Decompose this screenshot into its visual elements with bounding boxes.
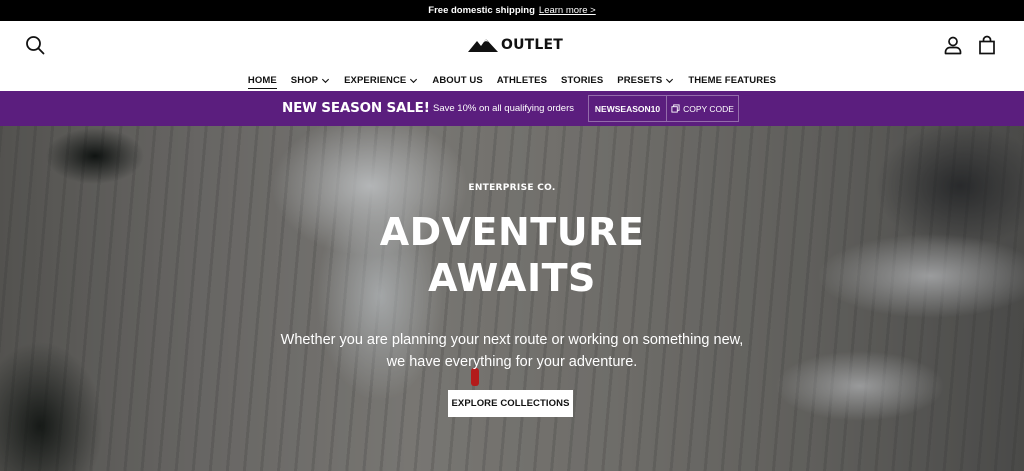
site-logo[interactable]: OUTLET [468,35,563,55]
learn-more-link[interactable]: Learn more > [539,5,596,16]
hero-headline-line1: ADVENTURE [379,210,645,254]
promo-bar: NEW SEASON SALE! Save 10% on all qualify… [0,91,1024,126]
promo-code: NEWSEASON10 [589,96,667,121]
nav-label: SHOP [290,74,319,86]
promo-description: Save 10% on all qualifying orders [433,103,575,114]
hero-headline: ADVENTURE AWAITS [0,209,1024,301]
nav-item-theme-features[interactable]: THEME FEATURES [688,69,776,91]
announcement-bar: Free domestic shipping Learn more > [0,0,1024,21]
bag-icon[interactable] [975,33,999,57]
logo-text: OUTLET [501,37,564,53]
nav-label: STORIES [561,74,604,86]
search-icon[interactable] [23,33,47,57]
nav-item-presets[interactable]: PRESETS [617,69,674,91]
nav-item-home[interactable]: HOME [247,69,277,91]
nav-item-shop[interactable]: SHOP [291,69,330,91]
explore-collections-button[interactable]: EXPLORE COLLECTIONS [448,390,573,417]
nav-label: ABOUT US [432,74,483,86]
mountain-logo-icon [468,39,498,52]
nav-label: EXPERIENCE [344,74,407,86]
user-icon[interactable] [941,33,965,57]
copy-code-label: COPY CODE [683,103,734,114]
promo-title: NEW SEASON SALE! [282,100,430,116]
chevron-down-icon [410,78,418,83]
nav-label: ATHLETES [496,74,548,86]
nav-item-athletes[interactable]: ATHLETES [497,69,547,91]
hero-banner: ENTERPRISE CO. ADVENTURE AWAITS Whether … [0,126,1024,471]
main-nav: HOME SHOP EXPERIENCE ABOUT US ATHLETES S… [0,69,1024,91]
chevron-down-icon [322,78,330,83]
chevron-down-icon [666,78,674,83]
hero-headline-line2: AWAITS [428,256,596,300]
promo-code-box: NEWSEASON10 COPY CODE [588,95,739,122]
announcement-text: Free domestic shipping [428,5,535,16]
site-header: OUTLET [0,21,1024,69]
nav-label: PRESETS [617,74,663,86]
hero-subtext: Whether you are planning your next route… [280,332,744,370]
nav-item-experience[interactable]: EXPERIENCE [344,69,418,91]
copy-icon [671,104,680,113]
nav-item-about-us[interactable]: ABOUT US [432,69,482,91]
nav-item-stories[interactable]: STORIES [561,69,603,91]
nav-label: HOME [247,74,277,86]
nav-label: THEME FEATURES [688,74,777,86]
copy-code-button[interactable]: COPY CODE [667,96,738,121]
hero-eyebrow: ENTERPRISE CO. [468,183,556,193]
hero-content: ENTERPRISE CO. ADVENTURE AWAITS Whether … [0,126,1024,471]
